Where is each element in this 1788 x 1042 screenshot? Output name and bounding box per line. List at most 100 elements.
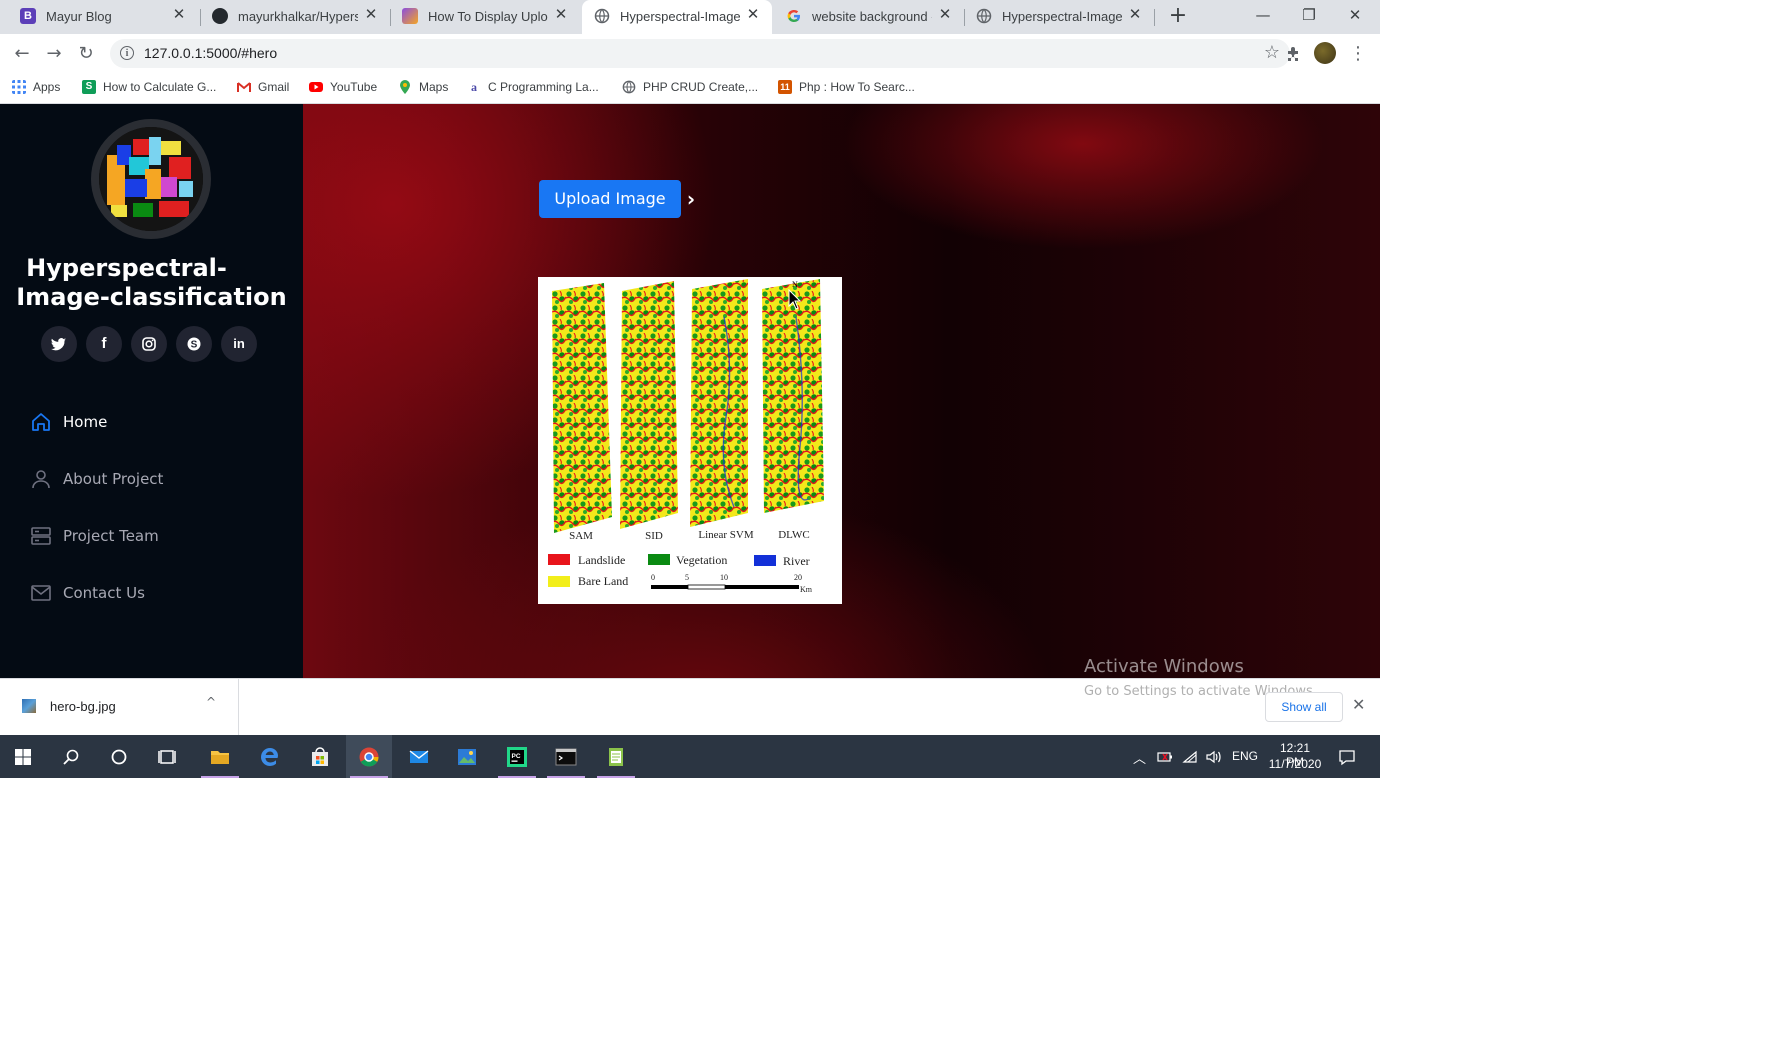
google-icon — [787, 10, 800, 22]
extensions-puzzle-icon[interactable] — [1282, 42, 1306, 66]
pycharm-icon[interactable]: PC — [494, 735, 540, 778]
chevron-up-tray-icon[interactable]: ︿ — [1133, 748, 1146, 767]
info-icon[interactable]: i — [120, 46, 134, 60]
volume-icon[interactable] — [1205, 748, 1223, 766]
photos-icon[interactable] — [444, 735, 490, 778]
minimize-button[interactable]: — — [1240, 0, 1286, 30]
bookmark-maps[interactable]: Maps — [398, 79, 448, 97]
svg-text:PC: PC — [512, 753, 521, 760]
site-icon: 11 — [778, 79, 792, 94]
nav-project-team[interactable]: Project Team — [30, 521, 280, 551]
bookmark-star-icon[interactable]: ☆ — [1264, 42, 1280, 63]
screen: B Mayur Blog ✕ mayurkhalkar/Hyperspe ✕ H… — [0, 0, 1380, 778]
cortana-icon[interactable] — [96, 735, 142, 778]
site-title[interactable]: Hyperspectral- Image-classification — [0, 254, 303, 312]
file-explorer-icon[interactable] — [197, 735, 243, 778]
download-file-name[interactable]: hero-bg.jpg — [50, 699, 116, 714]
wifi-icon[interactable] — [1182, 749, 1198, 765]
legend-bare-land: Bare Land — [578, 574, 628, 588]
tab-hyperspectral-2[interactable]: Hyperspectral-Image-cl ✕ — [964, 0, 1154, 34]
server-icon — [31, 527, 51, 545]
sid-panel — [620, 281, 678, 529]
clock-date[interactable]: 11/7/2020 — [1266, 757, 1324, 771]
tab-hyperspectral-active[interactable]: Hyperspectral-Image-c ✕ — [582, 0, 772, 34]
nav-contact-us[interactable]: Contact Us — [30, 578, 280, 608]
windows-taskbar: PC ︿ ENG 12:21 PM 11/7/2020 — [0, 735, 1380, 778]
project-logo — [91, 119, 211, 239]
mail-icon[interactable] — [396, 735, 442, 778]
nav-home[interactable]: Home — [30, 407, 280, 437]
browser-toolbar: ← → ↻ i 127.0.0.1:5000/#hero ☆ ⋮ — [0, 34, 1380, 72]
bookmark-c-programming[interactable]: a C Programming La... — [467, 79, 599, 97]
search-icon[interactable] — [48, 735, 94, 778]
task-view-icon[interactable] — [144, 735, 190, 778]
upload-image-button[interactable]: Upload Image — [539, 180, 681, 218]
profile-avatar[interactable] — [1314, 42, 1336, 64]
close-tab-icon[interactable]: ✕ — [170, 6, 188, 24]
download-item[interactable]: hero-bg.jpg ^ — [0, 679, 239, 735]
language-indicator[interactable]: ENG — [1232, 749, 1258, 763]
store-icon[interactable] — [297, 735, 343, 778]
bookmark-youtube[interactable]: YouTube — [309, 79, 377, 97]
close-tab-icon[interactable]: ✕ — [552, 6, 570, 24]
skype-glyph: S — [187, 337, 201, 351]
reload-icon[interactable]: ↻ — [72, 40, 100, 68]
tab-title: mayurkhalkar/Hyperspe — [238, 9, 358, 24]
close-tab-icon[interactable]: ✕ — [936, 6, 954, 24]
facebook-icon[interactable]: f — [86, 326, 122, 362]
tab-how-to-display[interactable]: How To Display Upload ✕ — [390, 0, 580, 34]
tab-mayur-blog[interactable]: B Mayur Blog ✕ — [8, 0, 198, 34]
scale-tick-5: 5 — [685, 573, 689, 582]
nav-home-label: Home — [63, 413, 108, 431]
notepad-icon[interactable] — [593, 735, 639, 778]
close-tab-icon[interactable]: ✕ — [1126, 6, 1144, 24]
scale-tick-20: 20 — [794, 573, 802, 582]
classification-result-image: N SAM SID Linear SVM DLWC Landslide Vege… — [538, 277, 842, 604]
chevron-up-icon[interactable]: ^ — [206, 695, 216, 709]
bookmark-gmail[interactable]: Gmail — [237, 79, 289, 97]
panel-label-dlwc: DLWC — [778, 529, 810, 541]
chrome-glyph — [359, 747, 379, 767]
youtube-icon — [309, 81, 323, 92]
scale-bar: 0 5 10 20 Km — [651, 573, 813, 594]
notifications-icon[interactable] — [1337, 747, 1357, 767]
chrome-icon[interactable] — [346, 735, 392, 778]
close-tab-icon[interactable]: ✕ — [362, 6, 380, 24]
tab-website-background[interactable]: website background - G ✕ — [774, 0, 964, 34]
legend-swatch-vegetation — [648, 554, 670, 565]
show-all-button[interactable]: Show all — [1265, 692, 1343, 722]
bookmark-php-crud[interactable]: PHP CRUD Create,... — [622, 79, 758, 97]
menu-kebab-icon[interactable]: ⋮ — [1346, 42, 1370, 66]
skype-icon[interactable]: S — [176, 326, 212, 362]
bookmark-calculate[interactable]: S How to Calculate G... — [82, 79, 216, 97]
download-bar: hero-bg.jpg ^ Go to Settings to activate… — [0, 678, 1380, 735]
url-text[interactable]: 127.0.0.1:5000/#hero — [144, 45, 277, 61]
start-icon[interactable] — [0, 735, 46, 778]
twitter-icon[interactable] — [41, 326, 77, 362]
web-page: Hyperspectral- Image-classification f S … — [0, 104, 1380, 678]
battery-icon[interactable] — [1157, 749, 1173, 765]
bookmark-php-search[interactable]: 11 Php : How To Searc... — [778, 79, 915, 97]
new-tab-button[interactable]: + — [1166, 4, 1190, 28]
tab-github[interactable]: mayurkhalkar/Hyperspe ✕ — [200, 0, 390, 34]
restore-button[interactable]: ❐ — [1286, 0, 1332, 30]
bookmark-apps[interactable]: Apps — [12, 79, 60, 97]
tab-title: website background - G — [812, 9, 932, 24]
bookmark-label: Gmail — [258, 79, 290, 94]
forward-arrow-icon[interactable]: → — [40, 40, 68, 68]
address-bar[interactable]: i 127.0.0.1:5000/#hero ☆ — [110, 39, 1290, 68]
chevron-right-icon: › — [686, 187, 696, 211]
instagram-icon[interactable] — [131, 326, 167, 362]
close-download-bar-icon[interactable]: ✕ — [1352, 695, 1365, 714]
back-arrow-icon[interactable]: ← — [8, 40, 36, 68]
nav-about-project[interactable]: About Project — [30, 464, 280, 494]
close-window-button[interactable]: ✕ — [1332, 0, 1378, 30]
running-indicator — [201, 776, 239, 778]
bookmark-label: Apps — [33, 79, 61, 94]
edge-icon[interactable] — [247, 735, 293, 778]
terminal-icon[interactable] — [543, 735, 589, 778]
close-tab-icon[interactable]: ✕ — [744, 6, 762, 24]
envelope-icon — [31, 585, 51, 601]
windows-logo — [15, 749, 31, 765]
linkedin-icon[interactable]: in — [221, 326, 257, 362]
